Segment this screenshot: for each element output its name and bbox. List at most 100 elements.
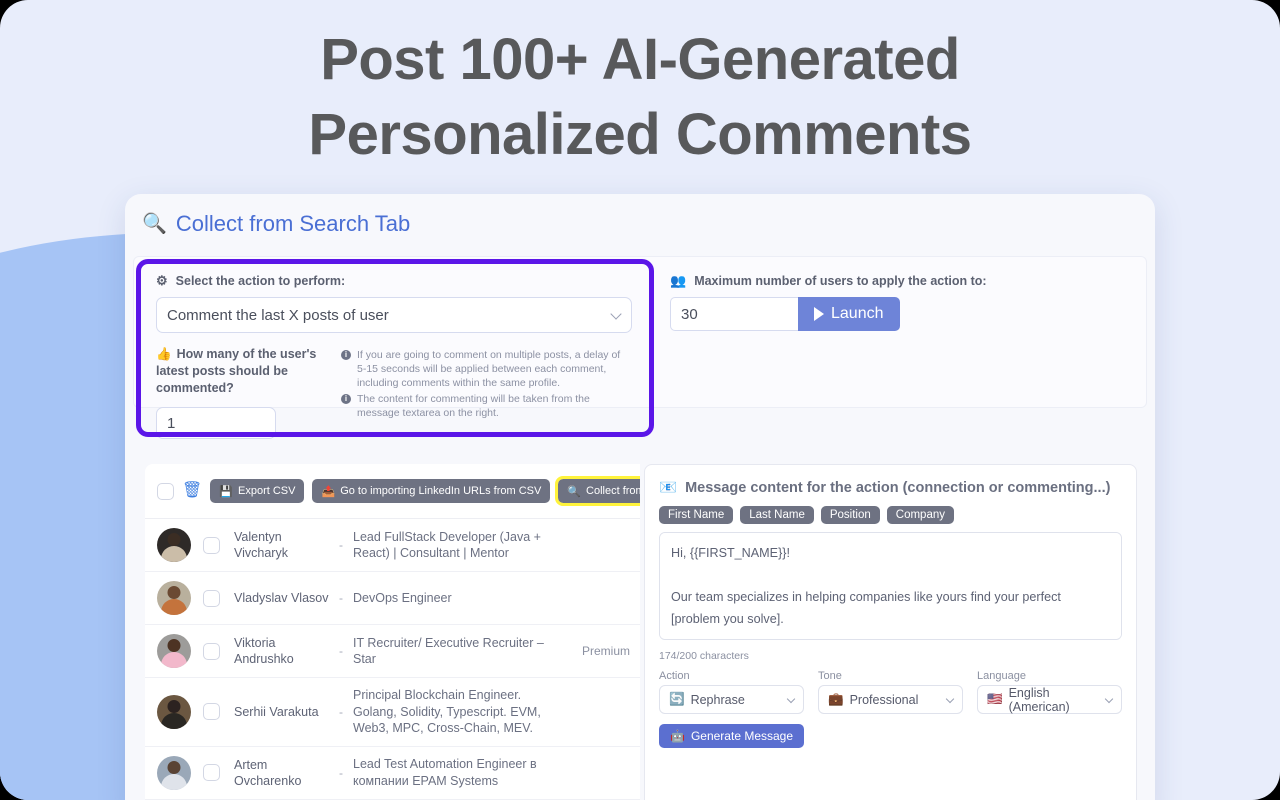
gears-icon: ⚙ bbox=[156, 273, 168, 288]
message-pane-title: 📧 Message content for the action (connec… bbox=[659, 479, 1122, 497]
row-name: Vladyslav Vlasov bbox=[234, 591, 329, 605]
table-row[interactable]: Valentyn Vivcharyk - Lead FullStack Develo… bbox=[145, 519, 640, 572]
page-title: Post 100+ AI-Generated Personalized Comm… bbox=[308, 27, 972, 167]
action-panel-left-column: ⚙ Select the action to perform: Comment … bbox=[134, 257, 654, 439]
action-panel: ⚙ Select the action to perform: Comment … bbox=[133, 256, 1147, 439]
posts-count-input[interactable] bbox=[156, 407, 276, 439]
posts-count-label-text: How many of the user's latest posts shou… bbox=[156, 347, 317, 395]
info-icon: i bbox=[341, 350, 351, 360]
variable-chip[interactable]: Position bbox=[820, 506, 880, 524]
max-users-label-text: Maximum number of users to apply the act… bbox=[694, 274, 987, 288]
generate-message-label: Generate Message bbox=[690, 729, 794, 743]
trash-icon[interactable]: 🗑 bbox=[182, 483, 202, 499]
variable-chip[interactable]: Company bbox=[886, 506, 954, 524]
collect-from-search-tab-label: Collect from Search Tab bbox=[586, 485, 640, 497]
ai-tone-select[interactable]: 💼 Professional bbox=[818, 685, 963, 714]
character-count: 174/200 characters bbox=[659, 650, 749, 662]
message-pane-title-text: Message content for the action (connecti… bbox=[685, 479, 1111, 496]
avatar bbox=[157, 634, 191, 668]
row-position: Lead FullStack Developer (Java + React) … bbox=[353, 529, 541, 561]
row-checkbox[interactable] bbox=[203, 536, 220, 554]
thumbs-up-icon: 👍 bbox=[156, 347, 172, 361]
variable-chip[interactable]: First Name bbox=[659, 506, 734, 524]
zoom-in-icon: 🔍 bbox=[142, 213, 167, 235]
action-select[interactable]: Comment the last X posts of user bbox=[156, 297, 632, 333]
generate-message-button[interactable]: 🤖 Generate Message bbox=[659, 724, 805, 748]
export-csv-label: Export CSV bbox=[238, 485, 296, 497]
launch-button[interactable]: Launch bbox=[798, 297, 900, 331]
row-dash: - bbox=[339, 591, 343, 605]
avatar bbox=[157, 694, 191, 729]
table-row[interactable]: Artem Ovcharenko - Lead Test Automation En… bbox=[145, 747, 640, 800]
table-row[interactable]: Serhii Varakuta - Principal Blockchain Eng… bbox=[145, 678, 640, 747]
briefcase-icon: 💼 bbox=[828, 692, 844, 706]
action-select-label-text: Select the action to perform: bbox=[175, 274, 346, 288]
row-dash: - bbox=[339, 538, 343, 552]
max-users-label: 👥 Maximum number of users to apply the a… bbox=[670, 273, 1130, 289]
row-checkbox[interactable] bbox=[203, 703, 220, 721]
max-users-input[interactable] bbox=[670, 297, 798, 331]
row-position: DevOps Engineer bbox=[353, 590, 452, 605]
note-item: i The content for commenting will be tak… bbox=[341, 392, 632, 420]
message-pane: 📧 Message content for the action (connec… bbox=[644, 464, 1137, 800]
import-linkedin-urls-label: Go to importing LinkedIn URLs from CSV bbox=[340, 485, 542, 497]
variable-chips: First Name Last Name Position Company bbox=[659, 506, 1122, 524]
envelope-icon: 📧 bbox=[659, 480, 678, 496]
ai-tone-value: Professional bbox=[849, 692, 919, 707]
content-split: 🗑 💾 Export CSV 📤 Go to importing LinkedI… bbox=[125, 464, 1155, 800]
screenshot-root: Post 100+ AI-Generated Personalized Comm… bbox=[0, 0, 1280, 800]
note-item: i If you are going to comment on multipl… bbox=[341, 348, 632, 390]
zoom-in-icon: 🔍 bbox=[567, 485, 582, 498]
user-list-pane: 🗑 💾 Export CSV 📤 Go to importing LinkedI… bbox=[145, 464, 640, 800]
select-all-checkbox[interactable] bbox=[157, 482, 174, 500]
chevron-down-icon bbox=[786, 694, 796, 704]
action-select-label: ⚙ Select the action to perform: bbox=[156, 273, 632, 289]
status-badge: Premium bbox=[581, 644, 630, 658]
action-option: Action 🔄 Rephrase bbox=[659, 670, 804, 714]
chevron-down-icon bbox=[945, 694, 955, 704]
table-row[interactable]: Viktoria Andrushko - IT Recruiter/ Executi… bbox=[145, 625, 640, 678]
row-name: Viktoria Andrushko bbox=[234, 636, 294, 666]
refresh-icon: 🔄 bbox=[669, 692, 685, 706]
chevron-down-icon bbox=[1104, 694, 1114, 704]
message-textarea[interactable]: Hi, {{FIRST_NAME}}! Our team specializes… bbox=[659, 532, 1122, 640]
action-notes: i If you are going to comment on multipl… bbox=[341, 346, 632, 439]
row-checkbox[interactable] bbox=[203, 589, 220, 607]
file-import-icon: 📤 bbox=[321, 485, 336, 498]
ai-action-value: Rephrase bbox=[690, 692, 745, 707]
language-option: Language 🇺🇸 English (American) bbox=[977, 670, 1122, 714]
ai-language-value: English (American) bbox=[1008, 685, 1070, 714]
list-toolbar: 🗑 💾 Export CSV 📤 Go to importing LinkedI… bbox=[145, 464, 640, 519]
app-header: 🔍 Collect from Search Tab bbox=[125, 194, 1155, 237]
avatar bbox=[157, 755, 191, 790]
launch-button-label: Launch bbox=[831, 305, 884, 322]
play-icon bbox=[814, 307, 824, 321]
row-dash: - bbox=[339, 644, 343, 658]
info-icon: i bbox=[341, 394, 351, 404]
avatar bbox=[157, 528, 191, 562]
variable-chip[interactable]: Last Name bbox=[740, 506, 814, 524]
us-flag-icon: 🇺🇸 bbox=[987, 692, 1003, 706]
action-panel-right-column: 👥 Maximum number of users to apply the a… bbox=[654, 257, 1146, 407]
file-save-icon: 💾 bbox=[219, 485, 234, 498]
language-option-caption: Language bbox=[977, 670, 1026, 682]
table-row[interactable]: Vladyslav Vlasov - DevOps Engineer bbox=[145, 572, 640, 625]
ai-action-select[interactable]: 🔄 Rephrase bbox=[659, 685, 804, 714]
row-position: Principal Blockchain Engineer. Golang, S… bbox=[353, 688, 541, 735]
ai-language-select[interactable]: 🇺🇸 English (American) bbox=[977, 685, 1122, 714]
collect-from-search-tab-button[interactable]: 🔍 Collect from Search Tab bbox=[555, 476, 640, 506]
row-checkbox[interactable] bbox=[203, 642, 220, 660]
row-position: Lead Test Automation Engineer в компании… bbox=[353, 757, 537, 788]
row-dash: - bbox=[339, 704, 343, 719]
row-dash: - bbox=[339, 765, 343, 780]
import-linkedin-urls-button[interactable]: 📤 Go to importing LinkedIn URLs from CSV bbox=[312, 479, 551, 503]
note-text: If you are going to comment on multiple … bbox=[357, 349, 621, 389]
row-name: Serhii Varakuta bbox=[234, 704, 319, 719]
row-position: IT Recruiter/ Executive Recruiter – Star bbox=[353, 635, 544, 667]
note-text: The content for commenting will be taken… bbox=[357, 393, 590, 419]
tone-option-caption: Tone bbox=[818, 670, 842, 682]
row-checkbox[interactable] bbox=[203, 764, 220, 781]
export-csv-button[interactable]: 💾 Export CSV bbox=[210, 479, 305, 503]
users-add-icon: 👥 bbox=[670, 273, 687, 288]
app-card: 🔍 Collect from Search Tab ⚙ Select the a… bbox=[125, 194, 1155, 800]
